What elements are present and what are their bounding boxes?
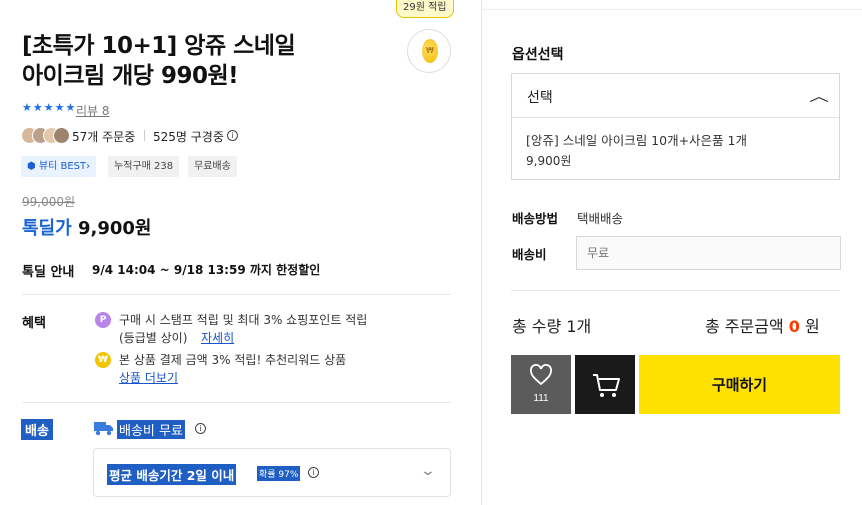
rating-stars: ★ ★ ★ ★ ★ — [22, 101, 75, 115]
reward-coin-button[interactable]: ₩ — [407, 29, 451, 73]
viewers-count: 525명 구경중 — [153, 130, 224, 144]
option-dropdown-label: 선택 — [527, 90, 553, 106]
benefit-grade-note: (등급별 상이) — [119, 331, 188, 345]
wishlist-button[interactable]: 111 — [511, 355, 571, 414]
buyers-count: 57개 주문중 — [72, 130, 136, 144]
deal-price-label: 톡딜가 — [22, 218, 72, 239]
more-products-link[interactable]: 상품 더보기 — [119, 369, 178, 387]
truck-icon — [94, 422, 113, 436]
coin-icon: ₩ — [422, 39, 438, 63]
shipping-fee-text: 배송비 무료 — [117, 420, 185, 439]
shipping-label: 배송 — [21, 419, 53, 440]
original-price: 99,000원 — [22, 195, 76, 209]
heart-icon — [530, 364, 552, 386]
tag-label: 뷰티 BEST — [38, 161, 87, 172]
total-quantity: 총 수량 1개 — [512, 317, 592, 336]
info-icon[interactable]: i — [308, 467, 319, 478]
deal-info-period: 9/4 14:04 ~ 9/18 13:59 까지 한정할인 — [92, 263, 321, 277]
column-divider — [481, 0, 482, 505]
add-to-cart-button[interactable] — [575, 355, 635, 414]
benefit-stamp-text: 구매 시 스탬프 적립 및 최대 3% 쇼핑포인트 적립 — [119, 313, 368, 327]
info-icon[interactable]: i — [195, 423, 206, 434]
divider — [22, 294, 451, 295]
delivery-probability: 확률 97% — [257, 466, 301, 481]
reward-won-icon: ₩ — [95, 352, 111, 368]
total-amount-suffix: 원 — [799, 317, 820, 336]
shipping-fee-label: 배송비 — [512, 247, 547, 262]
product-title-line2: 아이크림 개당 990원! — [22, 63, 239, 89]
product-title-line1: [초특가 10+1] 앙쥬 스네일 — [22, 33, 296, 59]
divider — [144, 130, 145, 141]
divider — [481, 9, 862, 10]
wishlist-count: 111 — [533, 393, 549, 404]
avatar — [53, 127, 70, 144]
star-icon: ★ — [65, 101, 76, 114]
free-shipping-tag: 무료배송 — [188, 156, 237, 177]
benefits-label: 혜택 — [22, 316, 46, 331]
total-amount-value: 0 — [788, 317, 800, 336]
divider — [511, 290, 840, 291]
shipping-fee-field[interactable] — [576, 236, 841, 270]
star-icon: ★ — [22, 101, 32, 114]
reward-badge: 29원 적립 — [396, 0, 454, 18]
option-item-price: 9,900원 — [526, 154, 572, 168]
benefit-detail-link[interactable]: 자세히 — [201, 329, 234, 347]
deal-info-label: 톡딜 안내 — [22, 265, 75, 280]
review-link[interactable]: 리뷰 8 — [76, 102, 110, 119]
chevron-right-icon: › — [86, 161, 91, 172]
buyer-avatars — [21, 127, 70, 145]
shipping-method-value: 택배배송 — [577, 211, 624, 226]
option-dropdown[interactable] — [512, 74, 839, 118]
cart-icon — [593, 374, 620, 397]
shipping-method-label: 배송방법 — [512, 211, 559, 226]
benefit-reward-text: 본 상품 결제 금액 3% 적립! 추천리워드 상품 — [119, 353, 347, 367]
point-icon: P — [95, 312, 111, 328]
chevron-down-icon[interactable]: ⌄ — [420, 463, 436, 479]
star-icon: ★ — [43, 101, 54, 114]
buy-now-button[interactable]: 구매하기 — [639, 355, 840, 414]
star-icon: ★ — [54, 101, 65, 114]
product-title: [초특가 10+1] 앙쥬 스네일 아이크림 개당 990원! — [22, 31, 382, 91]
shield-icon: ⬢ — [27, 161, 39, 172]
option-item-name[interactable]: [앙쥬] 스네일 아이크림 10개+사은품 1개 — [526, 130, 747, 149]
beauty-best-tag[interactable]: ⬢ 뷰티 BEST› — [21, 156, 97, 177]
deal-price: 9,900원 — [78, 218, 152, 239]
cumulative-purchase-tag: 누적구매 238 — [108, 156, 180, 177]
star-icon: ★ — [32, 101, 43, 114]
total-amount-prefix: 총 주문금액 — [705, 317, 789, 336]
total-amount: 총 주문금액 0 원 — [705, 313, 820, 337]
option-select-title: 옵션선택 — [512, 47, 564, 63]
chevron-up-icon[interactable]: ︿ — [809, 86, 829, 106]
divider — [22, 402, 451, 403]
info-icon[interactable]: i — [227, 130, 238, 141]
delivery-period-text: 평균 배송기간 2일 이내 — [107, 464, 237, 485]
